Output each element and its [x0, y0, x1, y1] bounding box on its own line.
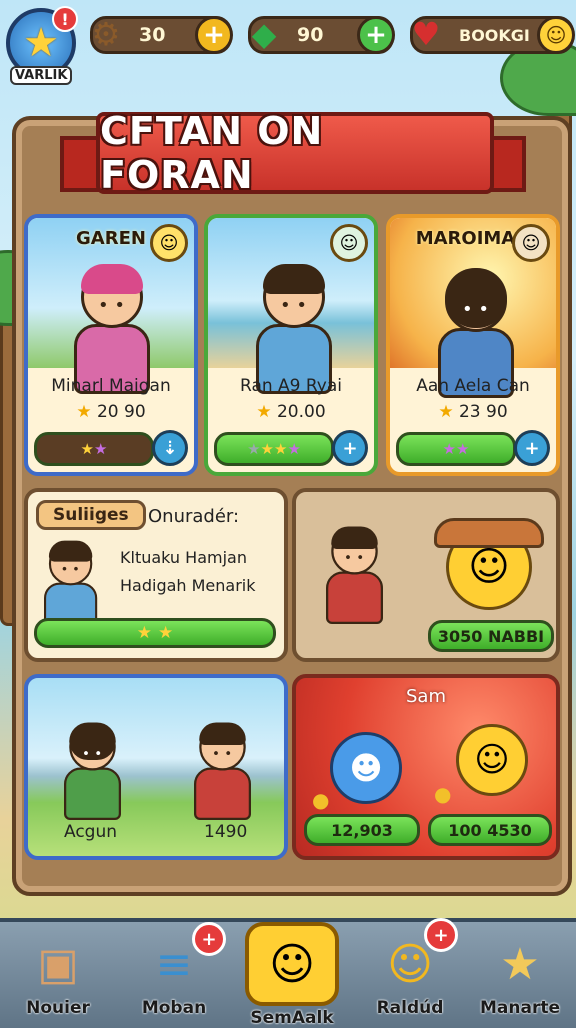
card-progress: ★★	[396, 432, 516, 466]
character-woman-green: • •	[64, 722, 121, 820]
nav-item-manarte[interactable]: ★ Manarte	[470, 922, 570, 1028]
character-boy: • •	[256, 264, 332, 394]
pet-right-value[interactable]: 100 4530	[428, 814, 552, 846]
add-coins-button[interactable]: +	[195, 16, 233, 54]
reward-value[interactable]: 3050 NABBI	[428, 620, 554, 652]
nav-label: Manarte	[479, 998, 560, 1018]
nav-item-moban[interactable]: ≡ Moban +	[124, 922, 226, 1028]
card-add-button[interactable]: +	[332, 430, 368, 466]
character-card-ran[interactable]: ☺ • • Ran A9 Ryai ★ 20.00 ★ ★★ ★ +	[204, 214, 378, 476]
quest-line-1: Kltuaku Hamjan	[120, 548, 247, 567]
resource-coins: ⚙ 30 +	[90, 15, 233, 54]
nav-label: Raldúd	[376, 998, 444, 1018]
reward-panel[interactable]: • • ☺ 3050 NABBI	[292, 488, 560, 662]
character-girl: • •	[74, 264, 150, 394]
portrait-icon: ☺	[330, 224, 368, 262]
character-boy-gift: • •	[194, 722, 251, 820]
blue-bear-pet-icon: ☻	[330, 732, 402, 804]
mascot-shield-icon: ☺	[245, 922, 339, 1006]
card-action-button[interactable]: ⇣	[152, 430, 188, 466]
nav-item-nouier[interactable]: ▣ Nouier	[8, 922, 108, 1028]
coin-icon: ●	[434, 782, 452, 806]
card-progress: ★ ★★ ★	[214, 432, 334, 466]
resource-gems: ◆ 90 +	[248, 15, 395, 54]
beach-scene-panel[interactable]: • • • • Acgun 1490	[24, 674, 288, 860]
resource-hearts: ♥ BOOKGI ☺	[410, 15, 575, 54]
bottom-navigation: ▣ Nouier ≡ Moban + ☺ SemAalk ☺ Raldúd + …	[0, 918, 576, 1028]
character-card-garen[interactable]: GAREN ☺ • • Minarl Maigan ★ 20 90 ★ ★ ⇣	[24, 214, 198, 476]
add-gems-button[interactable]: +	[357, 16, 395, 54]
gift-box-icon: ▣	[37, 938, 79, 990]
card-score: ★ 20.00	[256, 402, 326, 422]
nav-label: Nouier	[26, 998, 90, 1018]
banner-title: CFTAN ON FORAN	[100, 109, 324, 197]
card-name: Minarl Maigan	[51, 376, 171, 396]
star-icon: ★	[23, 20, 59, 66]
scene-left-label: Acgun	[64, 822, 118, 842]
pets-title: Sam	[406, 686, 446, 707]
card-name: Aan Aela Can	[416, 376, 530, 396]
nav-label: SemAalk	[250, 1008, 334, 1028]
card-score: ★ 23 90	[438, 402, 508, 422]
character-card-maroiman[interactable]: MAROIMAN ☺ • • Aan Aela Can ★ 23 90 ★★ +	[386, 214, 560, 476]
star-icon: ★	[76, 402, 92, 422]
card-score: ★ 20 90	[76, 402, 146, 422]
avatar-label: VARLIK	[10, 66, 73, 85]
nav-label: Moban	[141, 998, 207, 1018]
emoji-face-button[interactable]: ☺	[537, 16, 575, 54]
gear-coin-icon: ⚙	[91, 15, 121, 53]
character-boy-red: • •	[326, 526, 383, 624]
star-icon: ★	[438, 402, 454, 422]
scene-right-label: 1490	[204, 822, 248, 842]
hat-icon	[434, 518, 544, 548]
star-icon: ★	[500, 938, 540, 990]
star-icon: ★	[256, 402, 272, 422]
nav-badge: +	[192, 922, 226, 956]
card-add-button[interactable]: +	[514, 430, 550, 466]
smiley-icon: ☺	[150, 224, 188, 262]
quest-heading: Onuradér:	[148, 506, 240, 527]
portrait-icon: ☺	[512, 224, 550, 262]
heart-icon: ♥	[411, 15, 441, 53]
green-gem-icon: ◆	[251, 15, 277, 53]
quest-line-2: Hadigah Menarik	[120, 576, 256, 595]
notification-badge: !	[52, 6, 78, 32]
quest-progress-bar: ★ ★	[34, 618, 276, 648]
pets-panel[interactable]: Sam ☻ ☺ ● ● 12,903 100 4530	[292, 674, 560, 860]
nav-item-raldud[interactable]: ☺ Raldúd +	[360, 918, 460, 1028]
tab-suliiges[interactable]: Suliiges	[36, 500, 146, 530]
nav-item-semaalk[interactable]: ☺ SemAalk	[238, 922, 346, 1028]
yellow-pet-icon: ☺	[456, 724, 528, 796]
quest-panel[interactable]: Suliiges Onuradér: • • Kltuaku Hamjan Ha…	[24, 488, 288, 662]
card-progress: ★★	[34, 432, 154, 466]
title-banner: CFTAN ON FORAN	[96, 109, 494, 197]
card-name: Ran A9 Ryai	[240, 376, 342, 396]
coin-icon: ●	[312, 788, 330, 812]
nav-badge: +	[424, 918, 458, 952]
pet-left-value[interactable]: 12,903	[304, 814, 420, 846]
